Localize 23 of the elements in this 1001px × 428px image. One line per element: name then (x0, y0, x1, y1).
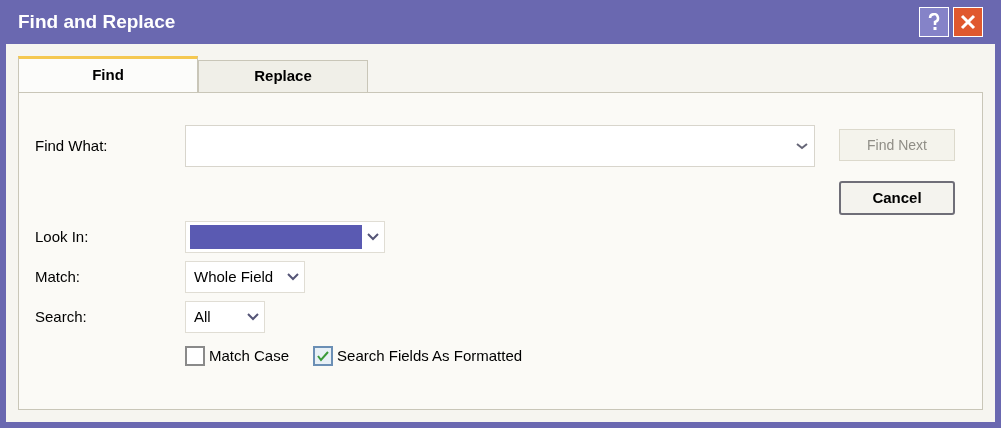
option-label: Look In: (35, 226, 90, 247)
option-dropdown[interactable]: All (185, 301, 265, 333)
window-title: Find and Replace (18, 9, 176, 34)
tab[interactable]: Replace (198, 60, 368, 92)
checkbox-label: Search Fields As Formatted (337, 346, 523, 366)
find-what-field[interactable] (185, 125, 815, 167)
checkbox[interactable] (185, 346, 205, 367)
close-button[interactable] (953, 7, 983, 37)
check-icon (317, 350, 330, 363)
checkbox[interactable] (313, 346, 334, 367)
option-value: Whole Field (193, 266, 275, 287)
option-dropdown[interactable] (185, 221, 385, 253)
option-dropdown[interactable]: Whole Field (185, 261, 305, 293)
close-icon (960, 14, 976, 30)
help-button[interactable] (919, 7, 949, 37)
checkbox-label: Match Case (209, 346, 290, 366)
option-value: All (193, 306, 212, 327)
field-label: Find What: (35, 135, 109, 156)
option-label: Search: (35, 306, 88, 327)
option-label: Match: (35, 266, 81, 287)
tab[interactable]: Find (18, 56, 198, 92)
help-icon (928, 13, 940, 31)
cancel-button[interactable]: Cancel (839, 181, 955, 215)
